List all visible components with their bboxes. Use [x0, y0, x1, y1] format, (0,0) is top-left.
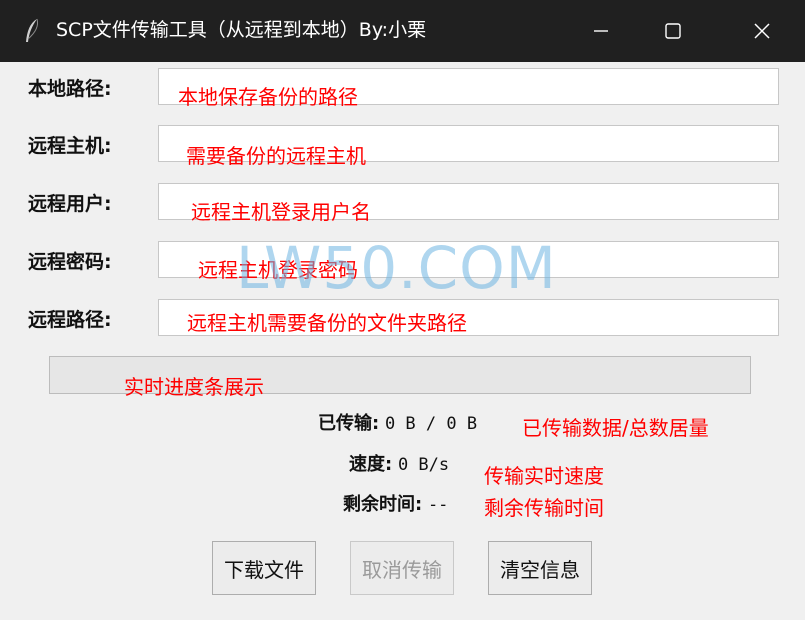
remote-user-annotation: 远程主机登录用户名	[191, 200, 371, 224]
title-bar: SCP文件传输工具（从远程到本地）By:小栗	[0, 0, 805, 62]
remote-password-annotation: 远程主机登录密码	[198, 258, 358, 282]
remaining-value: --	[427, 495, 449, 515]
transferred-value: 0 B / 0 B	[384, 414, 478, 434]
feather-icon	[26, 18, 38, 42]
remote-path-label: 远程路径:	[28, 309, 112, 331]
remote-path-annotation: 远程主机需要备份的文件夹路径	[187, 311, 467, 335]
speed-annotation: 传输实时速度	[484, 464, 604, 488]
remaining-annotation: 剩余传输时间	[484, 496, 604, 520]
download-button[interactable]: 下载文件	[212, 541, 316, 595]
close-icon	[753, 23, 770, 39]
cancel-transfer-button[interactable]: 取消传输	[350, 541, 454, 595]
maximize-icon	[665, 23, 681, 39]
clear-info-button[interactable]: 清空信息	[488, 541, 592, 595]
transferred-label: 已传输:	[318, 413, 380, 434]
progress-annotation: 实时进度条展示	[124, 375, 264, 399]
close-button[interactable]	[718, 0, 805, 62]
speed-stat: 速度: 0 B/s	[349, 453, 449, 477]
remaining-label: 剩余时间:	[343, 494, 423, 515]
transferred-annotation: 已传输数据/总数居量	[522, 416, 709, 440]
remote-host-annotation: 需要备份的远程主机	[186, 144, 366, 168]
minimize-button[interactable]	[565, 0, 637, 62]
speed-value: 0 B/s	[397, 455, 450, 475]
local-path-annotation: 本地保存备份的路径	[178, 85, 358, 109]
remote-password-label: 远程密码:	[28, 251, 112, 273]
local-path-label: 本地路径:	[28, 78, 112, 100]
minimize-icon	[594, 30, 608, 32]
remote-host-label: 远程主机:	[28, 135, 112, 157]
speed-label: 速度:	[349, 454, 393, 475]
transferred-stat: 已传输: 0 B / 0 B	[318, 412, 477, 436]
maximize-button[interactable]	[637, 0, 709, 62]
remote-user-label: 远程用户:	[28, 193, 112, 215]
window-title: SCP文件传输工具（从远程到本地）By:小栗	[56, 19, 427, 41]
remaining-stat: 剩余时间: --	[343, 493, 448, 517]
